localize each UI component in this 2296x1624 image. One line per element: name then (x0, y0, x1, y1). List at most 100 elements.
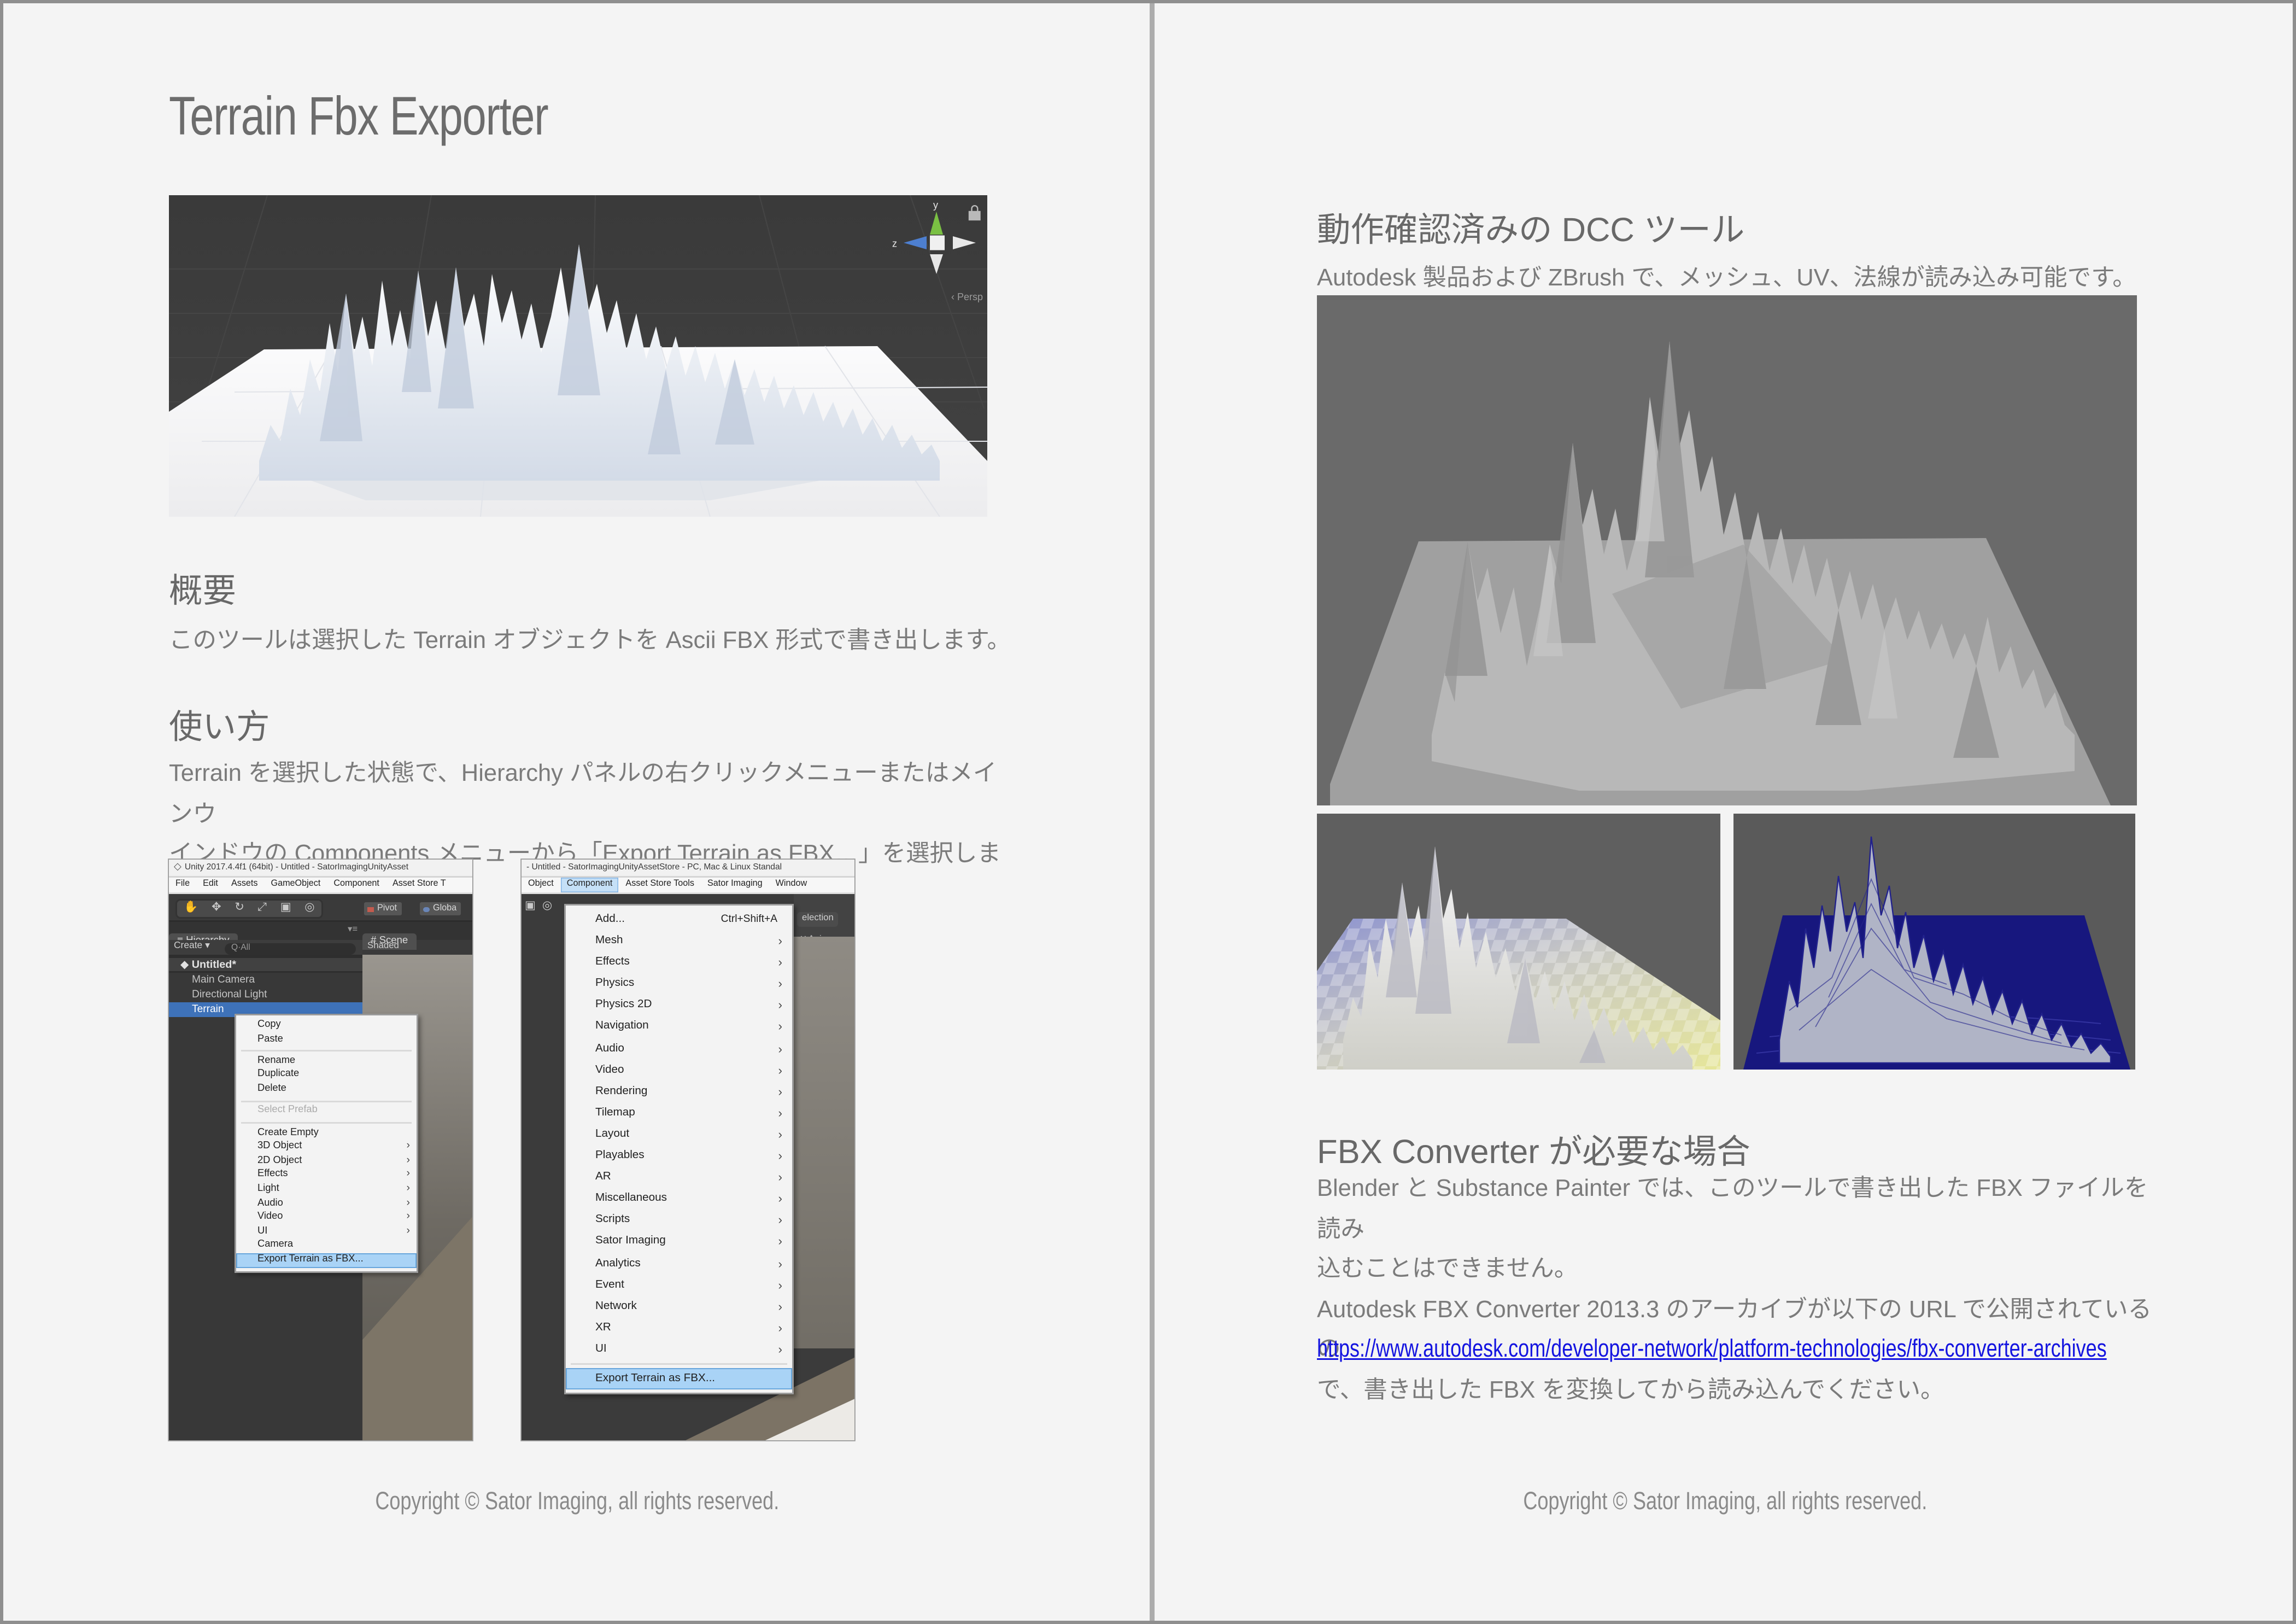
menu-item: UI › (236, 1225, 417, 1239)
menu-item-label: UI (595, 1339, 607, 1360)
menubar-item: Object (522, 878, 560, 892)
persp-label: ‹ Persp (951, 291, 983, 302)
menubar-item: Edit (196, 878, 225, 892)
menu-item: Export Terrain as FBX... (236, 1253, 417, 1267)
uv-checker-render-image (1317, 814, 1720, 1070)
menu-item-label: Navigation (595, 1016, 649, 1037)
menu-item: 3D Object› (236, 1141, 417, 1155)
menu-item-label: Layout (595, 1124, 629, 1145)
submenu-arrow-icon: › (778, 1295, 783, 1317)
submenu-arrow-icon: › (778, 1210, 783, 1231)
submenu-arrow-icon: › (778, 995, 783, 1016)
wireframe-art (1733, 814, 2135, 1070)
menu-item-label: Effects (595, 952, 630, 973)
unity-title-text: Unity 2017.4.4f1 (64bit) - Untitled - Sa… (185, 863, 408, 873)
menu-separator (241, 1100, 412, 1101)
unity-title-bar: ◇ Unity 2017.4.4f1 (64bit) - Untitled - S… (169, 860, 472, 878)
menubar-item: Asset Store T (386, 878, 453, 892)
menu-item: Add...Ctrl+Shift+A (566, 909, 792, 930)
menu-item-label: Video (595, 1059, 624, 1080)
dcc-heading: 動作確認済みの DCC ツール (1317, 202, 1744, 251)
component-menu: Add...Ctrl+Shift+AMesh›Effects›Physics›P… (564, 904, 794, 1394)
menu-item-label: Miscellaneous (595, 1188, 667, 1210)
menu-item-label: Event (595, 1274, 624, 1295)
submenu-arrow-icon: › (778, 1038, 783, 1059)
right-footer: Copyright © Sator Imaging, all rights re… (1151, 1488, 2296, 1516)
submenu-arrow-icon: › (406, 1154, 410, 1169)
tool-icon: ◎ (542, 899, 552, 915)
svg-text:y: y (933, 200, 938, 211)
toolbar-fragment: ▣◎ (525, 899, 552, 915)
pivot-button: Pivot (362, 900, 403, 916)
tool-icon: ◎ (304, 900, 314, 916)
menubar-item: Asset Store Tools (619, 878, 701, 892)
unity-hierarchy-screenshot: ◇ Unity 2017.4.4f1 (64bit) - Untitled - S… (169, 860, 472, 1440)
menu-separator (241, 1050, 412, 1051)
menu-item: Scripts› (566, 1210, 792, 1231)
menu-item: Light› (236, 1183, 417, 1197)
menu-item-label: UI (257, 1225, 267, 1239)
menu-item: XR › (566, 1317, 792, 1338)
fbx-converter-link[interactable]: https://www.autodesk.com/developer-netwo… (1317, 1335, 2107, 1363)
submenu-arrow-icon: › (778, 1274, 783, 1295)
menu-item-label: Analytics (595, 1253, 641, 1274)
tool-icon: ⤢ (257, 900, 267, 916)
menu-item: Sator Imaging› (566, 1231, 792, 1252)
submenu-arrow-icon: › (778, 1253, 783, 1274)
unity-toolbar: ✋✥↻⤢▣◎ Pivot Globa (169, 894, 472, 922)
unity-menu-bar: FileEditAssetsGameObjectComponentAsset S… (169, 878, 472, 894)
menu-item-label: Copy (257, 1019, 281, 1033)
global-icon (423, 907, 429, 913)
menu-item: Delete (236, 1083, 417, 1097)
submenu-arrow-icon: › (778, 930, 783, 951)
menu-item: Miscellaneous› (566, 1188, 792, 1210)
menubar-item: Component (560, 878, 619, 892)
hierarchy-item: Main Camera (169, 973, 362, 988)
document-page: Terrain Fbx Exporter (0, 0, 2296, 1624)
submenu-arrow-icon: › (778, 1317, 783, 1338)
menu-item-label: Select Prefab (257, 1105, 318, 1119)
menu-separator (571, 1363, 787, 1364)
submenu-arrow-icon: › (406, 1197, 410, 1211)
fbx-heading: FBX Converter が必要な場合 (1317, 1124, 1750, 1173)
submenu-arrow-icon: › (778, 1059, 783, 1080)
submenu-arrow-icon: › (778, 1080, 783, 1102)
menu-item-label: Light (257, 1183, 279, 1197)
menu-item: Navigation › (566, 1016, 792, 1037)
menu-item: Video› (236, 1211, 417, 1225)
menu-item-label: Network (595, 1295, 637, 1317)
menu-item: Rename (236, 1055, 417, 1069)
fbx-body-line2: 込むことはできません。 (1317, 1250, 2170, 1290)
submenu-arrow-icon: › (406, 1225, 410, 1239)
left-footer: Copyright © Sator Imaging, all rights re… (3, 1488, 1151, 1516)
svg-text:z: z (892, 238, 897, 249)
submenu-arrow-icon: › (778, 973, 783, 995)
menu-item-label: XR (595, 1317, 611, 1338)
tool-icon: ✥ (212, 900, 221, 916)
menu-item-label: Paste (257, 1033, 283, 1047)
menu-item-label: Export Terrain as FBX... (595, 1368, 715, 1389)
fbx-body: Blender と Substance Painter では、このツールで書き出… (1317, 1170, 2170, 1411)
scene-tab-row: # Scene (362, 922, 472, 940)
unity-title-bar: - Untitled - SatorImagingUnityAssetStore… (522, 860, 854, 878)
unity-component-screenshot: - Untitled - SatorImagingUnityAssetStore… (522, 860, 854, 1440)
menu-item: Effects› (566, 952, 792, 973)
menu-item: Analytics › (566, 1253, 792, 1274)
menu-item: Video › (566, 1059, 792, 1080)
submenu-arrow-icon: › (778, 1145, 783, 1166)
tool-icon: ↻ (235, 900, 244, 916)
selection-tab-fragment: election (797, 899, 854, 928)
menu-item-label: Mesh (595, 930, 623, 951)
fbx-body-line4: で、書き出した FBX を変換してから読み込んでください。 (1317, 1371, 2170, 1411)
unity-logo-icon: ◇ (174, 860, 181, 878)
dropdown-arrow-icon: ▾ (205, 942, 210, 951)
tool-icon: ▣ (525, 899, 536, 915)
uv-checker-art (1317, 814, 1720, 1070)
menu-item: Playables› (566, 1145, 792, 1166)
menu-item-label: Delete (257, 1083, 286, 1097)
menu-item-label: Sator Imaging (595, 1231, 666, 1252)
global-button: Globa (418, 900, 463, 916)
wireframe-render-image (1733, 814, 2135, 1070)
submenu-arrow-icon: › (778, 1016, 783, 1037)
menubar-item: Assets (225, 878, 265, 892)
